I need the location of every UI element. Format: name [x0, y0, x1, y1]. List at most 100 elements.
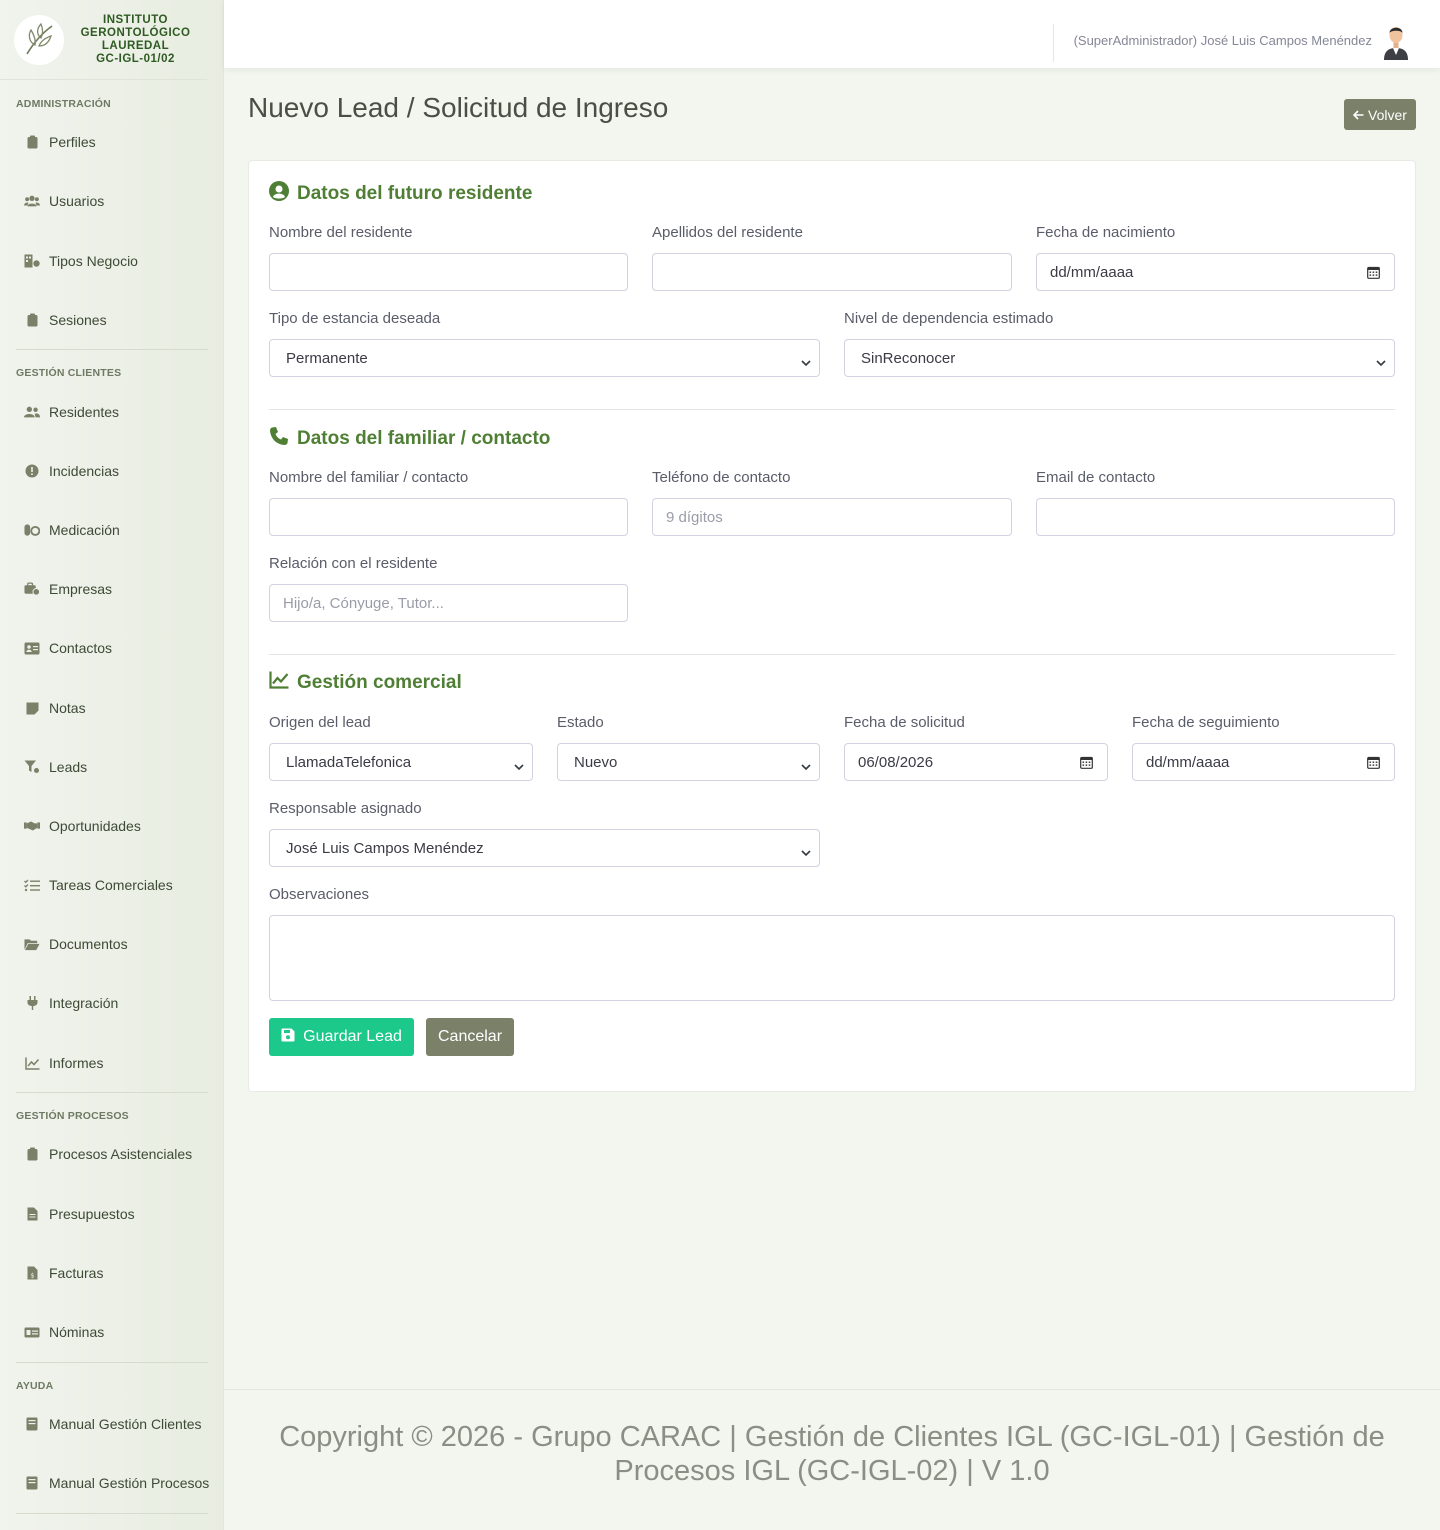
calendar-icon[interactable]: [1367, 266, 1380, 283]
chart-line-icon: [269, 671, 289, 695]
sidebar-item-incidencias[interactable]: Incidencias: [0, 451, 224, 491]
sidebar-item-contactos[interactable]: Contactos: [0, 628, 224, 668]
sidebar-item-leads[interactable]: Leads: [0, 747, 224, 787]
save-lead-label: Guardar Lead: [303, 1028, 402, 1045]
origen-lead-select[interactable]: LlamadaTelefonica: [269, 743, 533, 781]
email-contacto-label: Email de contacto: [1036, 469, 1156, 486]
sidebar-item-label: Contactos: [49, 640, 113, 656]
sidebar-item-perfiles[interactable]: Perfiles: [0, 122, 224, 162]
clipboard-icon: [24, 312, 40, 328]
section-gestion-clientes: Gestión Clientes: [16, 367, 122, 379]
calendar-icon[interactable]: [1080, 756, 1093, 773]
sidebar-item-manual-gestion-clientes[interactable]: Manual Gestión Clientes: [0, 1404, 224, 1444]
sidebar-item-residentes[interactable]: Residentes: [0, 392, 224, 432]
observaciones-label: Observaciones: [269, 886, 370, 903]
sidebar-item-presupuestos[interactable]: Presupuestos: [0, 1194, 224, 1234]
estado-select[interactable]: Nuevo: [557, 743, 820, 781]
sidebar: INSTITUTO GERONTOLÓGICO LAUREDAL GC-IGL-…: [0, 0, 224, 1530]
brand-code: GC-IGL-01/02: [96, 52, 175, 65]
section-title-text: Datos del familiar / contacto: [297, 428, 551, 449]
clipboard-icon: [24, 134, 40, 150]
telefono-contacto-input[interactable]: 9 dígitos: [652, 498, 1012, 536]
nombre-familiar-input[interactable]: [269, 498, 628, 536]
sidebar-item-label: Leads: [49, 759, 88, 775]
sidebar-item-medicacion[interactable]: Medicación: [0, 510, 224, 550]
section-comercial-title: Gestión comercial: [269, 671, 462, 695]
nombre-residente-label: Nombre del residente: [269, 224, 413, 241]
section-familiar-title: Datos del familiar / contacto: [269, 426, 550, 452]
sidebar-item-manual-gestion-procesos[interactable]: Manual Gestión Procesos: [0, 1463, 224, 1503]
cancel-button[interactable]: Cancelar: [426, 1018, 514, 1056]
fecha-seguimiento-label: Fecha de seguimiento: [1132, 714, 1280, 731]
save-lead-button[interactable]: Guardar Lead: [269, 1018, 414, 1056]
email-contacto-input[interactable]: [1036, 498, 1395, 536]
sidebar-item-documentos[interactable]: Documentos: [0, 924, 224, 964]
estado-label: Estado: [557, 714, 604, 731]
section-gestion-procesos: Gestión Procesos: [16, 1110, 129, 1122]
sidebar-item-tipos-negocio[interactable]: Tipos Negocio: [0, 241, 224, 281]
sidebar-item-procesos-asistenciales[interactable]: Procesos Asistenciales: [0, 1134, 224, 1174]
fecha-seguimiento-value: dd/mm/aaaa: [1146, 753, 1230, 771]
tasks-icon: [24, 877, 40, 893]
sticky-note-icon: [24, 700, 40, 716]
sidebar-item-notas[interactable]: Notas: [0, 688, 224, 728]
sidebar-item-label: Tipos Negocio: [49, 253, 138, 269]
sidebar-item-informes[interactable]: Informes: [0, 1043, 224, 1083]
file-invoice-icon: $: [24, 1265, 40, 1281]
handshake-icon: [24, 818, 40, 834]
nombre-residente-input[interactable]: [269, 253, 628, 291]
tipo-estancia-select[interactable]: Permanente: [269, 339, 820, 377]
sidebar-item-oportunidades[interactable]: Oportunidades: [0, 806, 224, 846]
responsable-select[interactable]: José Luis Campos Menéndez: [269, 829, 820, 867]
observaciones-textarea[interactable]: [269, 915, 1395, 1001]
book-icon: [24, 1475, 40, 1491]
chevron-down-icon: [1376, 354, 1386, 371]
estado-value: Nuevo: [574, 753, 618, 771]
origen-lead-label: Origen del lead: [269, 714, 371, 731]
sidebar-divider: [16, 1362, 208, 1363]
nombre-familiar-label: Nombre del familiar / contacto: [269, 469, 469, 486]
fecha-nacimiento-label: Fecha de nacimiento: [1036, 224, 1176, 241]
clipboard-icon: [24, 1146, 40, 1162]
brand[interactable]: INSTITUTO GERONTOLÓGICO LAUREDAL GC-IGL-…: [0, 0, 207, 80]
plug-icon: [24, 995, 40, 1011]
page-title: Nuevo Lead / Solicitud de Ingreso: [248, 92, 669, 123]
fecha-seguimiento-input[interactable]: dd/mm/aaaa: [1132, 743, 1395, 781]
sidebar-item-tareas-comerciales[interactable]: Tareas Comerciales: [0, 865, 224, 905]
brand-line: INSTITUTO: [103, 13, 168, 26]
sidebar-item-label: Oportunidades: [49, 818, 141, 834]
svg-text:$: $: [30, 1272, 34, 1280]
apellidos-residente-input[interactable]: [652, 253, 1012, 291]
avatar[interactable]: [1380, 22, 1412, 60]
section-title-text: Gestión comercial: [297, 672, 462, 693]
sidebar-item-nominas[interactable]: Nóminas: [0, 1312, 224, 1352]
chevron-down-icon: [801, 844, 811, 861]
origen-lead-value: LlamadaTelefonica: [286, 753, 412, 771]
sidebar-item-label: Medicación: [49, 522, 120, 538]
sidebar-item-label: Residentes: [49, 404, 120, 420]
calendar-icon[interactable]: [1367, 756, 1380, 773]
user-name[interactable]: (SuperAdministrador) José Luis Campos Me…: [1074, 33, 1372, 48]
chart-line-icon: [24, 1055, 40, 1071]
tipo-estancia-value: Permanente: [286, 349, 368, 367]
relacion-residente-input[interactable]: Hijo/a, Cónyuge, Tutor...: [269, 584, 628, 622]
sidebar-item-sesiones[interactable]: Sesiones: [0, 300, 224, 340]
lead-form-card: Datos del futuro residente Nombre del re…: [248, 160, 1416, 1092]
folder-open-icon: [24, 936, 40, 952]
exclamation-circle-icon: [24, 463, 40, 479]
fecha-nacimiento-value: dd/mm/aaaa: [1050, 263, 1134, 281]
fecha-solicitud-input[interactable]: 06/08/2026: [844, 743, 1108, 781]
sidebar-item-empresas[interactable]: Empresas: [0, 569, 224, 609]
fecha-nacimiento-input[interactable]: dd/mm/aaaa: [1036, 253, 1395, 291]
brand-line: GERONTOLÓGICO: [80, 26, 191, 39]
sidebar-item-facturas[interactable]: $ Facturas: [0, 1253, 224, 1293]
telefono-contacto-label: Teléfono de contacto: [652, 469, 791, 486]
pills-icon: [24, 522, 40, 538]
tipo-estancia-label: Tipo de estancia deseada: [269, 310, 441, 327]
sidebar-item-integracion[interactable]: Integración: [0, 983, 224, 1023]
leaf-logo-icon: [14, 14, 64, 65]
address-card-icon: [24, 640, 40, 656]
sidebar-item-usuarios[interactable]: Usuarios: [0, 181, 224, 221]
back-button[interactable]: Volver: [1344, 99, 1416, 130]
nivel-dependencia-select[interactable]: SinReconocer: [844, 339, 1395, 377]
